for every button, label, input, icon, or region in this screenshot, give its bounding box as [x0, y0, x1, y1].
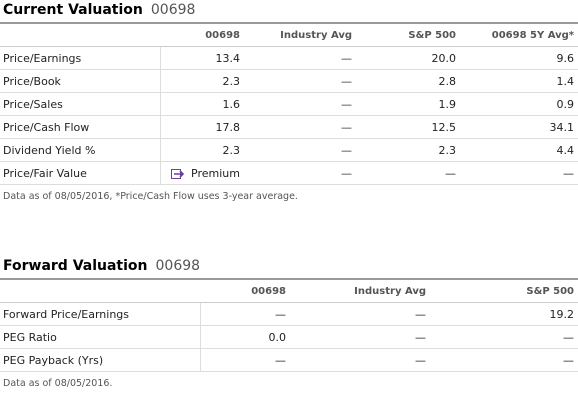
cell-value: 1.6 [160, 92, 244, 116]
cell-value: 12.5 [356, 115, 460, 139]
section-title: Current Valuation [3, 2, 143, 18]
table-row: PEG Payback (Yrs) — — — [0, 348, 578, 372]
section-ticker: 00698 [155, 258, 201, 274]
row-label: Price/Earnings [0, 46, 161, 70]
cell-value: 9.6 [460, 46, 578, 70]
column-header: S&P 500 [356, 24, 460, 47]
premium-link[interactable]: Premium [191, 167, 240, 180]
cell-value: 4.4 [460, 138, 578, 162]
cell-value: — [244, 161, 356, 185]
cell-value: 1.9 [356, 92, 460, 116]
column-header: 00698 5Y Avg* [460, 24, 578, 47]
cell-value: 0.9 [460, 92, 578, 116]
table-row: Dividend Yield % 2.3 — 2.3 4.4 [0, 138, 578, 162]
column-header-blank [0, 24, 160, 47]
forward-valuation-section: Forward Valuation 00698 00698 Industry A… [0, 256, 578, 392]
cell-value: 20.0 [356, 46, 460, 70]
row-label: PEG Payback (Yrs) [0, 348, 201, 372]
cell-value: — [356, 161, 460, 185]
column-header: S&P 500 [430, 280, 578, 303]
row-label: PEG Ratio [0, 325, 201, 349]
cell-value: — [430, 325, 578, 349]
cell-value: — [200, 302, 290, 326]
current-valuation-section: Current Valuation 00698 00698 Industry A… [0, 0, 578, 205]
cell-value: — [244, 69, 356, 93]
cell-value: — [460, 161, 578, 185]
cell-value: 2.3 [160, 69, 244, 93]
current-valuation-header: Current Valuation 00698 [0, 0, 578, 24]
column-header: Industry Avg [290, 280, 430, 303]
cell-value: — [290, 348, 430, 372]
cell-value: 19.2 [430, 302, 578, 326]
row-label: Dividend Yield % [0, 138, 161, 162]
row-label: Forward Price/Earnings [0, 302, 201, 326]
cell-value: — [290, 302, 430, 326]
cell-value: — [244, 92, 356, 116]
column-header-blank [0, 280, 200, 303]
column-header: 00698 [200, 280, 290, 303]
table-header-row: 00698 Industry Avg S&P 500 00698 5Y Avg* [0, 24, 578, 47]
row-label: Price/Cash Flow [0, 115, 161, 139]
table-row: Price/Cash Flow 17.8 — 12.5 34.1 [0, 115, 578, 139]
cell-value: — [430, 348, 578, 372]
table-row: Price/Fair Value Premium — — — [0, 161, 578, 185]
cell-value: 2.3 [356, 138, 460, 162]
cell-value: — [290, 325, 430, 349]
cell-value: 13.4 [160, 46, 244, 70]
row-label: Price/Book [0, 69, 161, 93]
table-row: Forward Price/Earnings — — 19.2 [0, 302, 578, 326]
cell-value: — [244, 138, 356, 162]
cell-value: 2.8 [356, 69, 460, 93]
cell-value: 34.1 [460, 115, 578, 139]
cell-value: — [244, 46, 356, 70]
cell-value: 17.8 [160, 115, 244, 139]
cell-value: — [244, 115, 356, 139]
section-ticker: 00698 [150, 2, 196, 18]
cell-value: — [200, 348, 290, 372]
forward-valuation-header: Forward Valuation 00698 [0, 256, 578, 280]
premium-cell[interactable]: Premium [160, 161, 244, 185]
cell-value: 2.3 [160, 138, 244, 162]
forward-valuation-table: 00698 Industry Avg S&P 500 Forward Price… [0, 280, 578, 372]
section-title: Forward Valuation [3, 258, 148, 274]
data-note: Data as of 08/05/2016. [3, 378, 113, 389]
table-row: Price/Sales 1.6 — 1.9 0.9 [0, 92, 578, 116]
table-row: Price/Earnings 13.4 — 20.0 9.6 [0, 46, 578, 70]
cell-value: 0.0 [200, 325, 290, 349]
column-header: 00698 [160, 24, 244, 47]
premium-arrow-icon[interactable] [171, 168, 185, 179]
data-note: Data as of 08/05/2016, *Price/Cash Flow … [3, 191, 298, 202]
column-header: Industry Avg [244, 24, 356, 47]
table-header-row: 00698 Industry Avg S&P 500 [0, 280, 578, 303]
row-label: Price/Fair Value [0, 161, 161, 185]
row-label: Price/Sales [0, 92, 161, 116]
cell-value: 1.4 [460, 69, 578, 93]
current-valuation-table: 00698 Industry Avg S&P 500 00698 5Y Avg*… [0, 24, 578, 185]
table-row: Price/Book 2.3 — 2.8 1.4 [0, 69, 578, 93]
table-row: PEG Ratio 0.0 — — [0, 325, 578, 349]
